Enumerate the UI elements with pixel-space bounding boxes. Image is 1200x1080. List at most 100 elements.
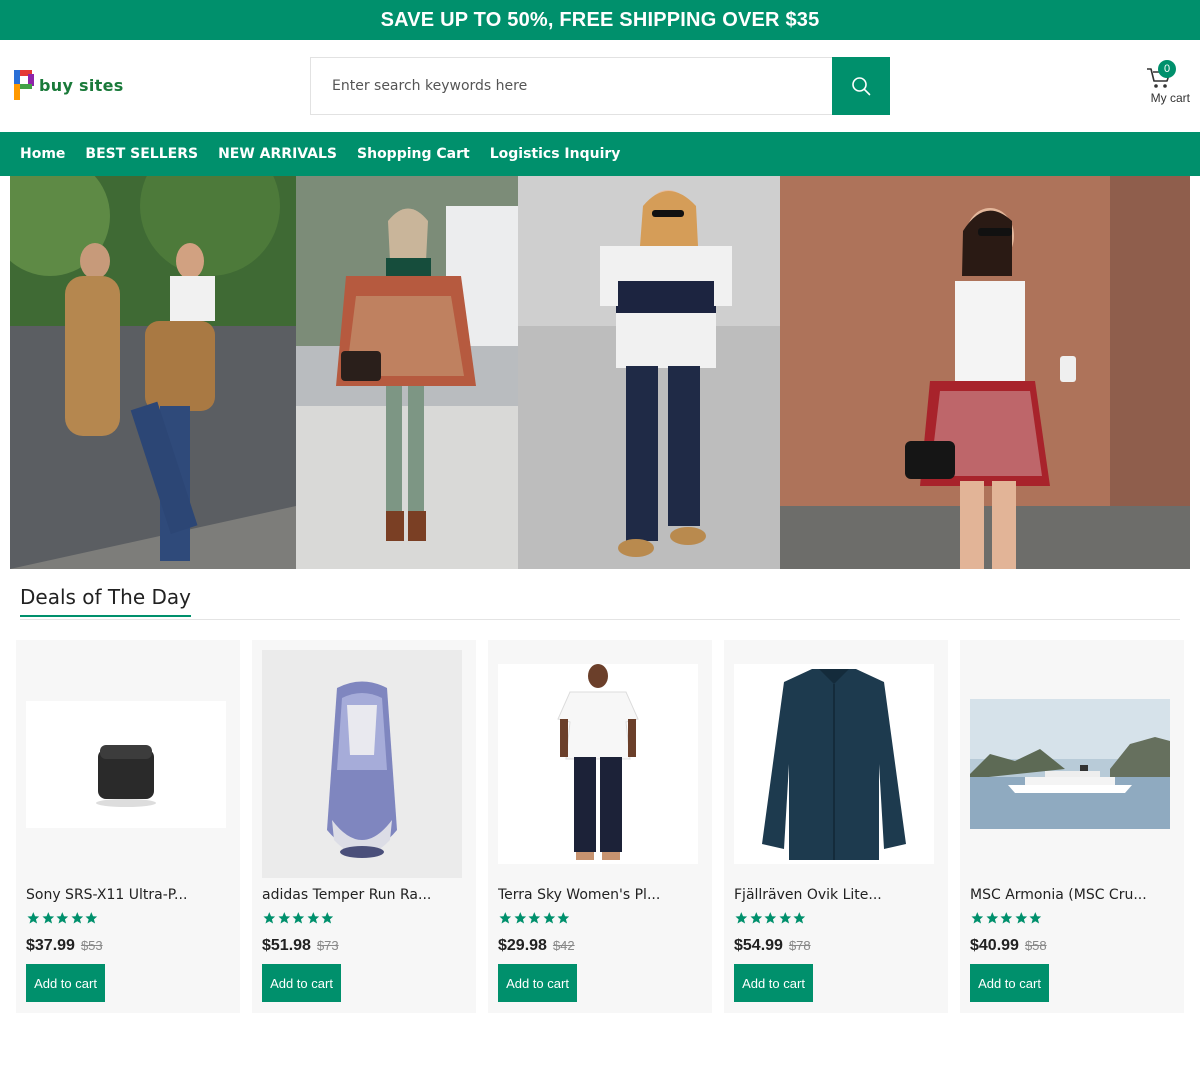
current-price: $54.99 [734,937,783,954]
star-icon [292,912,305,924]
product-rating [734,911,807,925]
star-icon [735,912,748,924]
deals-section-header: Deals of The Day [20,585,1180,620]
product-rating [26,911,99,925]
product-price: $29.98 $42 [498,937,575,955]
star-icon [986,912,998,924]
hero-panel-3 [518,176,780,569]
star-icon [71,912,83,924]
hero-banner[interactable] [10,176,1190,569]
product-card[interactable]: MSC Armonia (MSC Cru... $40.99 $58 Add to… [960,640,1184,1013]
star-icon [56,912,69,924]
search-input[interactable] [310,57,832,115]
hero-panel-2 [296,176,518,569]
product-card[interactable]: adidas Temper Run Ra... $51.98 $73 Add to… [252,640,476,1013]
star-icon [1029,912,1042,924]
cart-button[interactable]: 0 My cart [1130,60,1190,110]
search-bar [310,57,890,115]
product-list: Sony SRS-X11 Ultra-P... $37.99 $53 Add to… [16,640,1184,1013]
star-icon [42,912,54,924]
promo-text: SAVE UP TO 50%, FREE SHIPPING OVER $35 [380,8,820,31]
brand-logo[interactable]: buy sites [12,68,124,102]
star-icon [764,912,777,924]
product-card[interactable]: Terra Sky Women's Pl... $29.98 $42 Add to… [488,640,712,1013]
product-rating [498,911,571,925]
product-price: $37.99 $53 [26,937,103,955]
sneaker-image [262,650,462,878]
nav-logistics-inquiry[interactable]: Logistics Inquiry [490,146,621,162]
search-button[interactable] [832,57,890,115]
star-icon [750,912,762,924]
product-image[interactable] [26,650,226,878]
search-icon [852,77,871,96]
product-price: $54.99 $78 [734,937,811,955]
star-icon [321,912,334,924]
add-to-cart-button[interactable]: Add to cart [26,964,105,1002]
product-image[interactable] [970,650,1170,878]
star-icon [85,912,98,924]
product-name[interactable]: Fjällräven Övik Lite... [734,887,939,903]
hero-photo-2 [296,176,518,569]
hero-photo-3 [518,176,780,569]
star-icon [1015,912,1027,924]
star-icon [499,912,512,924]
add-to-cart-button[interactable]: Add to cart [734,964,813,1002]
old-price: $42 [552,938,575,953]
star-icon [793,912,806,924]
old-price: $73 [316,938,339,953]
star-icon [528,912,541,924]
star-icon [307,912,319,924]
main-nav: Home BEST SELLERS NEW ARRIVALS Shopping … [0,132,1200,176]
product-image[interactable] [498,650,698,878]
current-price: $40.99 [970,937,1019,954]
womens-outfit-image [498,664,698,864]
deals-title: Deals of The Day [20,585,191,617]
hero-photo-1 [10,176,296,569]
nav-new-arrivals[interactable]: NEW ARRIVALS [218,146,337,162]
hero-panel-1 [10,176,296,569]
speaker-image [26,700,226,828]
product-card[interactable]: Sony SRS-X11 Ultra-P... $37.99 $53 Add to… [16,640,240,1013]
star-icon [514,912,526,924]
hero-photo-4 [780,176,1190,569]
cruise-ship-image [970,699,1170,829]
nav-shopping-cart[interactable]: Shopping Cart [357,146,470,162]
site-header: buy sites 0 My cart [0,40,1200,132]
promo-banner: SAVE UP TO 50%, FREE SHIPPING OVER $35 [0,0,1200,40]
logo-mark-icon [14,70,34,100]
product-card[interactable]: Fjällräven Övik Lite... $54.99 $78 Add to… [724,640,948,1013]
star-icon [263,912,276,924]
star-icon [27,912,40,924]
product-price: $40.99 $58 [970,937,1047,955]
add-to-cart-button[interactable]: Add to cart [970,964,1049,1002]
product-rating [970,911,1043,925]
product-name[interactable]: adidas Temper Run Ra... [262,887,467,903]
current-price: $51.98 [262,937,311,954]
add-to-cart-button[interactable]: Add to cart [498,964,577,1002]
star-icon [1000,912,1013,924]
product-name[interactable]: MSC Armonia (MSC Cru... [970,887,1175,903]
nav-home[interactable]: Home [20,146,65,162]
product-price: $51.98 $73 [262,937,339,955]
star-icon [278,912,290,924]
star-icon [779,912,791,924]
product-name[interactable]: Terra Sky Women's Pl... [498,887,703,903]
brand-name: buy sites [39,75,124,95]
product-image[interactable] [734,650,934,878]
add-to-cart-button[interactable]: Add to cart [262,964,341,1002]
star-icon [971,912,984,924]
cart-label: My cart [1150,91,1190,105]
product-image[interactable] [262,650,462,878]
star-icon [557,912,570,924]
current-price: $29.98 [498,937,547,954]
product-name[interactable]: Sony SRS-X11 Ultra-P... [26,887,231,903]
old-price: $58 [1024,938,1047,953]
current-price: $37.99 [26,937,75,954]
product-rating [262,911,335,925]
hero-panel-4 [780,176,1190,569]
nav-best-sellers[interactable]: BEST SELLERS [85,146,198,162]
star-icon [543,912,555,924]
old-price: $53 [80,938,103,953]
cart-count-badge: 0 [1158,60,1176,78]
jacket-image [734,664,934,864]
